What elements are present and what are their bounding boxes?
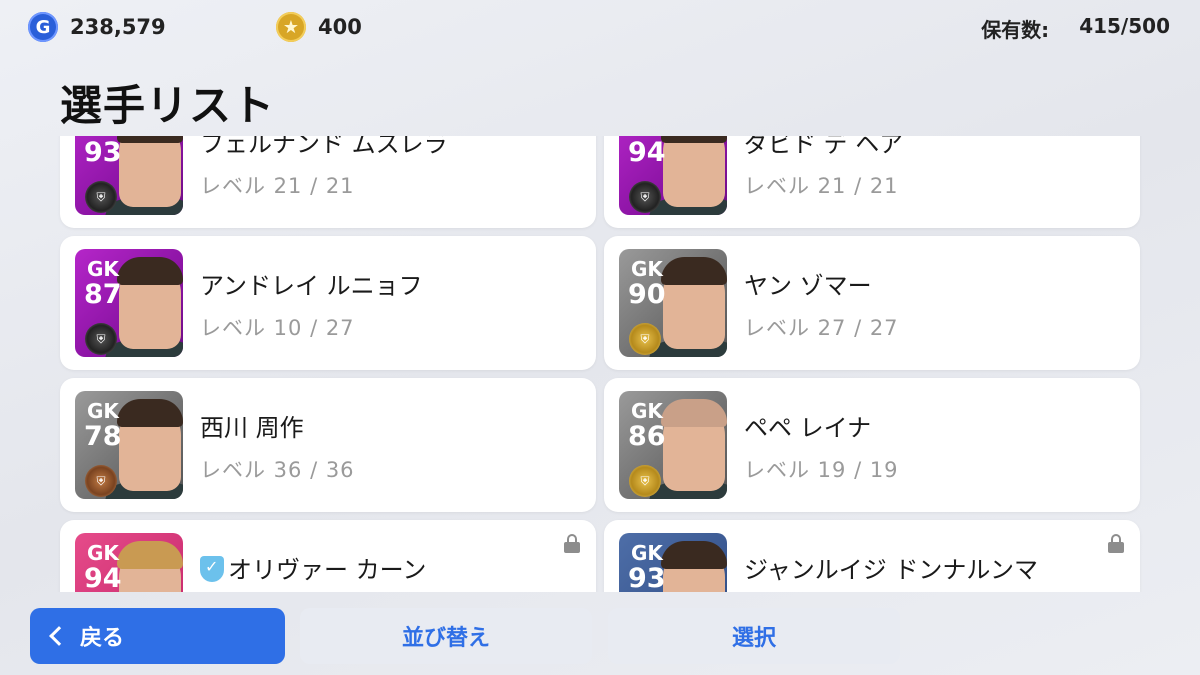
player-name: ヤン ゾマー	[744, 266, 872, 301]
player-level: レベル 27 / 27	[744, 316, 899, 340]
player-card[interactable]: GK 86 ⛨ ペペ レイナレベル 19 / 19	[604, 378, 1140, 512]
player-card[interactable]: GK 87 ⛨ アンドレイ ルニョフレベル 10 / 27	[60, 236, 596, 370]
player-level: レベル 21 / 21	[200, 174, 355, 198]
coin-icon: ★	[276, 12, 306, 42]
top-status-bar: G 238,579 ★ 400 保有数: 415/500	[0, 0, 1200, 56]
player-list[interactable]: 93 ⛨ フェルナンド ムスレラ レベル 21 / 21 94 ⛨ ダビド デ ヘア レベル …	[0, 136, 1200, 592]
player-rating: 78	[84, 421, 122, 452]
player-face-image	[117, 399, 183, 491]
owned-count: 保有数: 415/500	[981, 14, 1170, 43]
player-rating: 90	[628, 279, 666, 310]
back-button[interactable]: 戻る	[30, 608, 285, 664]
player-name: ジャンルイジ ドンナルンマ	[744, 550, 1038, 585]
player-name-text: フェルナンド ムスレラ	[200, 136, 448, 158]
player-rating: 87	[84, 279, 122, 310]
player-card[interactable]: 93 ⛨ フェルナンド ムスレラ レベル 21 / 21	[60, 136, 596, 228]
level-badge-icon: ⛨	[85, 181, 117, 213]
sort-button[interactable]: 並び替え	[300, 608, 592, 664]
player-card-image: GK 94	[75, 533, 183, 592]
player-card-image: GK 86 ⛨	[619, 391, 727, 499]
player-card[interactable]: GK 78 ⛨ 西川 周作レベル 36 / 36	[60, 378, 596, 512]
player-rating: 86	[628, 421, 666, 452]
level-badge-icon: ⛨	[629, 465, 661, 497]
player-level: レベル 21 / 21	[744, 174, 899, 198]
player-name-text: ペペ レイナ	[744, 414, 872, 442]
select-button[interactable]: 選択	[608, 608, 900, 664]
player-position: GK	[87, 399, 119, 423]
player-name-text: ジャンルイジ ドンナルンマ	[744, 556, 1038, 584]
player-level: レベル 19 / 19	[744, 458, 899, 482]
player-card-image: GK 93	[619, 533, 727, 592]
player-name: オリヴァー カーン	[200, 550, 426, 585]
player-rating: 93	[84, 137, 122, 168]
coin-value: 400	[318, 15, 362, 39]
player-position: GK	[631, 257, 663, 281]
player-name: アンドレイ ルニョフ	[200, 266, 423, 301]
player-face-image	[117, 541, 183, 592]
owned-label: 保有数:	[981, 18, 1050, 42]
shield-icon	[200, 556, 224, 582]
player-face-image	[661, 257, 727, 349]
player-position: GK	[631, 399, 663, 423]
player-name-text: アンドレイ ルニョフ	[200, 272, 423, 300]
player-card-image: GK 87 ⛨	[75, 249, 183, 357]
player-level: レベル 10 / 27	[200, 316, 355, 340]
gp-balance: G 238,579	[28, 12, 166, 42]
lock-icon[interactable]	[1108, 534, 1124, 553]
player-card-image: GK 78 ⛨	[75, 391, 183, 499]
select-label: 選択	[731, 626, 776, 651]
player-face-image	[661, 136, 727, 207]
player-name-text: ヤン ゾマー	[744, 272, 872, 300]
player-face-image	[117, 257, 183, 349]
player-level: レベル 36 / 36	[200, 458, 355, 482]
lock-icon[interactable]	[564, 534, 580, 553]
page-title: 選手リスト	[60, 81, 276, 130]
player-name: 西川 周作	[200, 408, 304, 443]
gp-value: 238,579	[70, 15, 166, 39]
player-card-image: 93 ⛨	[75, 136, 183, 215]
owned-value: 415/500	[1079, 14, 1170, 38]
player-rating: 94	[84, 563, 122, 592]
player-name: フェルナンド ムスレラ	[200, 136, 448, 159]
player-face-image	[661, 541, 727, 592]
player-card[interactable]: 94 ⛨ ダビド デ ヘア レベル 21 / 21	[604, 136, 1140, 228]
player-card-image: GK 90 ⛨	[619, 249, 727, 357]
player-position: GK	[631, 541, 663, 565]
player-name: ペペ レイナ	[744, 408, 871, 443]
player-face-image	[661, 399, 727, 491]
level-badge-icon: ⛨	[629, 181, 661, 213]
player-card-image: 94 ⛨	[619, 136, 727, 215]
player-position: GK	[87, 541, 119, 565]
player-name: ダビド デ ヘア	[744, 136, 903, 159]
player-face-image	[117, 136, 183, 207]
player-rating: 94	[628, 137, 666, 168]
player-card[interactable]: GK94 オリヴァー カーン	[60, 520, 596, 592]
level-badge-icon: ⛨	[85, 465, 117, 497]
gp-icon: G	[28, 12, 58, 42]
chevron-left-icon	[49, 626, 69, 646]
level-badge-icon: ⛨	[85, 323, 117, 355]
player-name-text: オリヴァー カーン	[228, 556, 427, 584]
sort-label: 並び替え	[401, 626, 490, 651]
coin-balance: ★ 400	[276, 12, 362, 42]
player-card[interactable]: GK 90 ⛨ ヤン ゾマーレベル 27 / 27	[604, 236, 1140, 370]
player-name-text: 西川 周作	[200, 414, 304, 442]
player-position: GK	[87, 257, 119, 281]
bottom-action-bar: 戻る 並び替え 選択	[0, 592, 1200, 675]
player-card[interactable]: GK 93 ジャンルイジ ドンナルンマ	[604, 520, 1140, 592]
back-label: 戻る	[80, 626, 125, 651]
player-name-text: ダビド デ ヘア	[744, 136, 904, 158]
player-rating: 93	[628, 563, 666, 592]
level-badge-icon: ⛨	[629, 323, 661, 355]
